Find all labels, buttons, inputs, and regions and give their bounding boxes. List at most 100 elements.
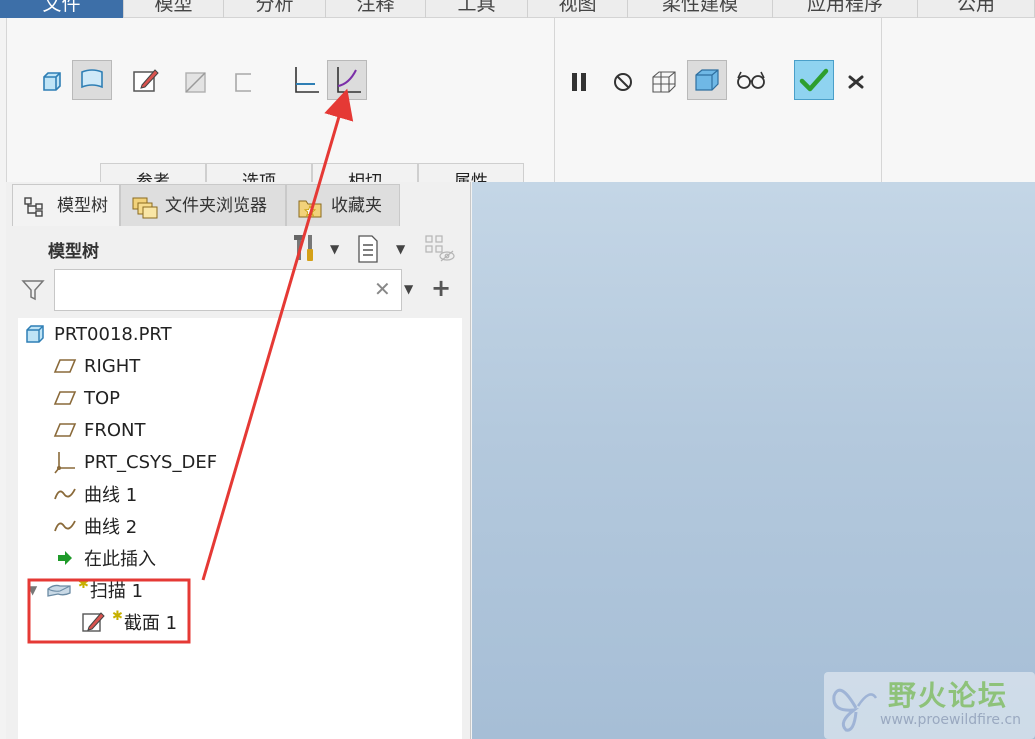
- graphics-window[interactable]: 野火论坛 www.proewildfire.cn: [472, 182, 1035, 739]
- constant-section-button[interactable]: [285, 60, 325, 100]
- mesh-preview-button[interactable]: [644, 62, 684, 102]
- favorites-folder-icon: [298, 200, 322, 218]
- menu-tab-analysis[interactable]: 分析: [224, 0, 326, 18]
- list-settings-icon: [358, 235, 378, 263]
- tab-model-tree[interactable]: 模型树: [12, 184, 120, 226]
- tree-item-label: PRT_CSYS_DEF: [84, 451, 218, 473]
- thicken-button[interactable]: [223, 62, 263, 102]
- solid-button[interactable]: [31, 62, 71, 102]
- sketch-section-icon: [80, 609, 106, 635]
- curve-icon: [52, 481, 78, 507]
- part-icon: [22, 321, 48, 347]
- tree-item-curve-1[interactable]: 曲线 1: [52, 478, 137, 510]
- tree-item-front[interactable]: FRONT: [52, 414, 146, 446]
- tree-item-curve-2[interactable]: 曲线 2: [52, 510, 137, 542]
- tab-folder-browser[interactable]: 文件夹浏览器: [120, 184, 286, 226]
- datum-plane-icon: [52, 353, 78, 379]
- tab-label: 模型树: [57, 196, 108, 216]
- remove-material-button[interactable]: [175, 62, 215, 102]
- menu-tab-tools[interactable]: 工具: [426, 0, 528, 18]
- new-feature-star-icon: ✱: [112, 608, 123, 624]
- variable-section-button[interactable]: [327, 60, 367, 100]
- folder-browser-icon: [132, 197, 158, 219]
- tree-item-label: 在此插入: [84, 549, 156, 570]
- glasses-icon: [737, 71, 765, 89]
- tab-favorites[interactable]: 收藏夹: [286, 184, 400, 226]
- add-filter-icon[interactable]: +: [431, 274, 451, 302]
- ribbon-separator: [881, 18, 882, 182]
- tree-item-section[interactable]: ✱ 截面 1: [80, 606, 177, 638]
- tree-item-label: 曲线 2: [84, 517, 138, 538]
- pause-icon: [572, 73, 586, 91]
- show-hidden-button[interactable]: [424, 234, 458, 264]
- sweep-feature-icon: [46, 577, 72, 603]
- remove-material-icon: [185, 72, 206, 93]
- checkmark-icon: [799, 68, 829, 92]
- clear-search-icon[interactable]: ✕: [374, 277, 391, 301]
- close-icon: [848, 75, 864, 89]
- watermark-title: 野火论坛: [888, 679, 1009, 712]
- tab-label: 收藏夹: [331, 196, 382, 216]
- menu-tab-model[interactable]: 模型: [124, 0, 224, 18]
- forum-watermark: 野火论坛 www.proewildfire.cn: [824, 672, 1035, 739]
- sketch-pencil-icon: [133, 69, 159, 92]
- tree-item-label: FRONT: [84, 419, 146, 441]
- tree-item-label: 扫描 1: [89, 581, 144, 602]
- datum-plane-icon: [52, 385, 78, 411]
- tree-item-label: PRT0018.PRT: [54, 323, 172, 345]
- mesh-preview-icon: [652, 71, 676, 93]
- tree-settings-button[interactable]: ▼: [292, 232, 339, 264]
- sketch-button[interactable]: [125, 60, 165, 100]
- insert-here-arrow-icon: [52, 545, 78, 571]
- tree-item-top[interactable]: TOP: [52, 382, 120, 414]
- verify-mode-button[interactable]: [731, 60, 771, 100]
- datum-plane-icon: [52, 417, 78, 443]
- hidden-items-icon: [425, 235, 455, 262]
- model-tree-icon: [24, 197, 43, 217]
- cancel-button[interactable]: [836, 62, 876, 102]
- no-preview-icon: [614, 73, 632, 91]
- menu-tab-common[interactable]: 公用: [918, 0, 1035, 18]
- tree-item-insert-here[interactable]: 在此插入: [52, 542, 156, 574]
- chevron-down-icon: ▼: [396, 242, 406, 256]
- tree-item-label: 截面 1: [123, 613, 178, 634]
- menu-tab-view[interactable]: 视图: [528, 0, 628, 18]
- pause-button[interactable]: [559, 62, 599, 102]
- tree-filters-button[interactable]: ▼: [356, 234, 405, 264]
- tree-item-csys[interactable]: PRT_CSYS_DEF: [52, 446, 217, 478]
- tree-item-label: TOP: [84, 387, 121, 409]
- solid-cube-icon: [43, 72, 61, 91]
- tree-item-label: RIGHT: [84, 355, 141, 377]
- panel-title: 模型树: [48, 242, 99, 262]
- surface-button[interactable]: [72, 60, 112, 100]
- tree-search-box[interactable]: ✕: [54, 269, 402, 311]
- geometry-preview-icon: [695, 69, 719, 91]
- no-preview-button[interactable]: [603, 62, 643, 102]
- search-input[interactable]: [61, 278, 361, 302]
- menu-tab-applications[interactable]: 应用程序: [773, 0, 918, 18]
- coordinate-system-icon: [52, 449, 78, 475]
- variable-section-icon: [337, 67, 361, 93]
- geometry-preview-button[interactable]: [687, 60, 727, 100]
- tree-item-right[interactable]: RIGHT: [52, 350, 140, 382]
- menu-tab-annotate[interactable]: 注释: [326, 0, 426, 18]
- sweep-dashboard: 参考 选项 相切 属性: [6, 18, 1035, 200]
- tree-item-label: 曲线 1: [84, 485, 138, 506]
- surface-icon: [81, 69, 103, 89]
- ok-button[interactable]: [794, 60, 834, 100]
- thicken-icon: [235, 73, 251, 92]
- tab-label: 文件夹浏览器: [165, 196, 267, 216]
- curve-icon: [52, 513, 78, 539]
- filter-button[interactable]: [20, 277, 50, 305]
- funnel-icon: [21, 280, 45, 301]
- model-tree: PRT0018.PRT RIGHT TOP FRONT PRT_CSYS_DEF…: [18, 318, 462, 739]
- navigator-panel: 模型树 文件夹浏览器 收藏夹 模型树 ▼ ▼ ✕ ▼ + PRT0018.PRT…: [6, 182, 471, 739]
- tree-root-part[interactable]: PRT0018.PRT: [22, 318, 172, 350]
- menu-tab-flexible-modeling[interactable]: 柔性建模: [628, 0, 773, 18]
- menu-tab-file[interactable]: 文件: [0, 0, 124, 18]
- expand-triangle-icon[interactable]: ▼: [28, 583, 46, 597]
- search-options-chevron-icon[interactable]: ▼: [404, 282, 413, 296]
- tools-icon: [294, 235, 313, 261]
- tree-item-sweep[interactable]: ▼ ✱ 扫描 1: [28, 574, 143, 606]
- butterfly-logo-icon: [832, 688, 878, 732]
